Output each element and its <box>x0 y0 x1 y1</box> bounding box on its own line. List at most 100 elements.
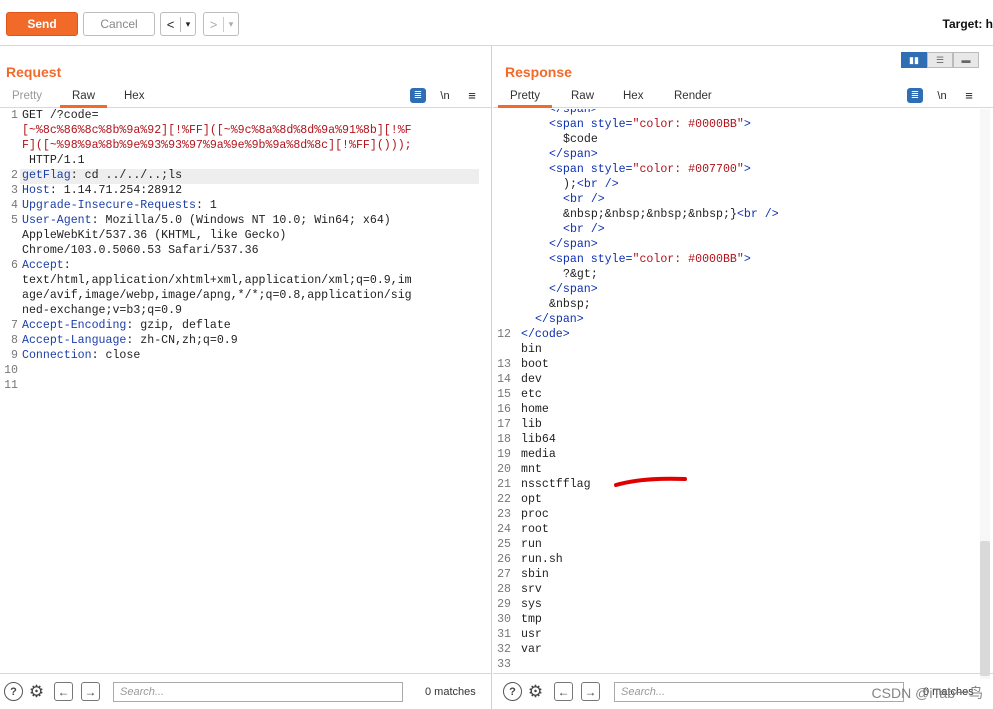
send-button[interactable]: Send <box>6 12 78 36</box>
code-line: opt <box>521 493 542 506</box>
code-line: media <box>521 448 556 461</box>
line-number: 11 <box>4 379 18 392</box>
line-number: 32 <box>497 643 511 656</box>
code-token: : <box>63 259 71 272</box>
settings-gear-icon[interactable]: ⚙ <box>27 682 46 701</box>
line-number: 20 <box>497 463 511 476</box>
menu-icon[interactable]: ≡ <box>464 88 480 103</box>
tab-hex[interactable]: Hex <box>124 90 144 105</box>
line-number: 10 <box>4 364 18 377</box>
history-back-group[interactable]: < ▾ <box>160 12 196 36</box>
code-token: : cd ../../..;ls <box>70 169 183 182</box>
code-line: lib64 <box>521 433 556 446</box>
search-next-icon[interactable]: → <box>581 682 600 701</box>
tab-render[interactable]: Render <box>674 90 712 105</box>
cancel-button[interactable]: Cancel <box>83 12 155 36</box>
code-token: GET /?code= <box>22 109 99 122</box>
code-token: "color: #0000BB" <box>632 253 744 266</box>
tab-pretty[interactable]: Pretty <box>498 90 553 108</box>
menu-icon[interactable]: ≡ <box>961 88 977 103</box>
code-line: sbin <box>521 568 549 581</box>
search-input[interactable]: Search... <box>113 682 403 702</box>
request-footer: ? ⚙ ← → Search... 0 matches <box>0 673 491 709</box>
line-number: 30 <box>497 613 511 626</box>
code-line: <br /> <box>563 193 605 206</box>
code-line: nssctfflag <box>521 478 591 491</box>
request-tabs: Pretty Raw Hex ≣ \n ≡ <box>0 88 491 108</box>
code-token: ?&gt; <box>563 268 598 281</box>
newline-toggle[interactable]: \n <box>437 88 453 103</box>
forward-menu-icon[interactable]: ▾ <box>224 19 238 30</box>
code-token: getFlag <box>22 169 71 182</box>
line-number: 14 <box>497 373 511 386</box>
code-line: text/html,application/xhtml+xml,applicat… <box>22 274 412 287</box>
code-line: Accept-Encoding: gzip, deflate <box>22 319 231 332</box>
code-line: Chrome/103.0.5060.53 Safari/537.36 <box>22 244 259 257</box>
line-number: 24 <box>497 523 511 536</box>
scrollbar-thumb[interactable] <box>980 541 990 676</box>
code-line: GET /?code= <box>22 109 99 122</box>
top-toolbar: Send Cancel < ▾ > ▾ Target: h <box>0 0 993 46</box>
response-tabs: Pretty Raw Hex Render ≣ \n ≡ <box>493 88 993 108</box>
line-number: 9 <box>11 349 18 362</box>
code-line: ?&gt; <box>563 268 598 281</box>
code-line: Upgrade-Insecure-Requests: 1 <box>22 199 217 212</box>
code-line: sys <box>521 598 542 611</box>
code-token: Chrome/103.0.5060.53 Safari/537.36 <box>22 244 259 257</box>
settings-gear-icon[interactable]: ⚙ <box>526 682 545 701</box>
tab-pretty[interactable]: Pretty <box>12 90 42 105</box>
line-number: 12 <box>497 328 511 341</box>
match-count: 0 matches <box>425 686 476 698</box>
tab-raw[interactable]: Raw <box>60 90 108 108</box>
wrap-lines-icon[interactable]: ≣ <box>410 88 426 103</box>
code-token: Host <box>22 184 50 197</box>
target-label[interactable]: Target: h <box>943 17 993 31</box>
code-token: proc <box>521 508 549 521</box>
search-next-icon[interactable]: → <box>81 682 100 701</box>
code-line: getFlag: cd ../../..;ls <box>22 169 182 182</box>
tab-raw[interactable]: Raw <box>571 90 594 105</box>
line-number: 7 <box>11 319 18 332</box>
code-line: [~%8c%86%8c%8b%9a%92][!%FF]([~%9c%8a%8d%… <box>22 124 412 137</box>
newline-toggle[interactable]: \n <box>934 88 950 103</box>
tab-hex[interactable]: Hex <box>623 90 643 105</box>
code-token: &nbsp;&nbsp;&nbsp;&nbsp;} <box>563 208 737 221</box>
code-token: "color: #007700" <box>632 163 744 176</box>
code-token: var <box>521 643 542 656</box>
help-icon[interactable]: ? <box>503 682 522 701</box>
response-editor[interactable]: </span> <span style="color: #0000BB"> $cod… <box>493 109 977 673</box>
code-token: srv <box>521 583 542 596</box>
history-forward-group[interactable]: > ▾ <box>203 12 239 36</box>
line-number: 21 <box>497 478 511 491</box>
layout-side-by-side-icon[interactable]: ▮▮ <box>901 52 927 68</box>
request-editor[interactable]: 1 GET /?code= [~%8c%86%8c%8b%9a%92][!%FF](… <box>0 109 491 673</box>
help-icon[interactable]: ? <box>4 682 23 701</box>
line-number: 31 <box>497 628 511 641</box>
code-token: </span> <box>549 109 598 116</box>
code-line: F]([~%98%9a%8b%9e%93%93%97%9a%9e%9b%9a%8… <box>22 139 412 152</box>
code-token: > <box>743 118 751 131</box>
forward-arrow-icon[interactable]: > <box>204 16 224 32</box>
code-line: </code> <box>521 328 570 341</box>
back-menu-icon[interactable]: ▾ <box>181 19 195 30</box>
code-token: dev <box>521 373 542 386</box>
code-line: boot <box>521 358 549 371</box>
line-number: 3 <box>11 184 18 197</box>
search-prev-icon[interactable]: ← <box>54 682 73 701</box>
response-pane: ▮▮ ☰ ▬ Response Pretty Raw Hex Render ≣ … <box>493 46 993 709</box>
code-token: Accept-Language <box>22 334 127 347</box>
code-token: usr <box>521 628 542 641</box>
code-token: style= <box>590 118 633 131</box>
layout-single-icon[interactable]: ▬ <box>953 52 979 68</box>
code-line: &nbsp;&nbsp;&nbsp;&nbsp;}<br /> <box>563 208 779 221</box>
back-arrow-icon[interactable]: < <box>161 16 181 32</box>
code-token: opt <box>521 493 542 506</box>
search-prev-icon[interactable]: ← <box>554 682 573 701</box>
code-token: <br /> <box>563 223 605 236</box>
wrap-lines-icon[interactable]: ≣ <box>907 88 923 103</box>
code-line: root <box>521 523 549 536</box>
red-highlight-underline <box>614 476 687 487</box>
search-input[interactable]: Search... <box>614 682 904 702</box>
layout-stacked-icon[interactable]: ☰ <box>927 52 953 68</box>
code-line: var <box>521 643 542 656</box>
